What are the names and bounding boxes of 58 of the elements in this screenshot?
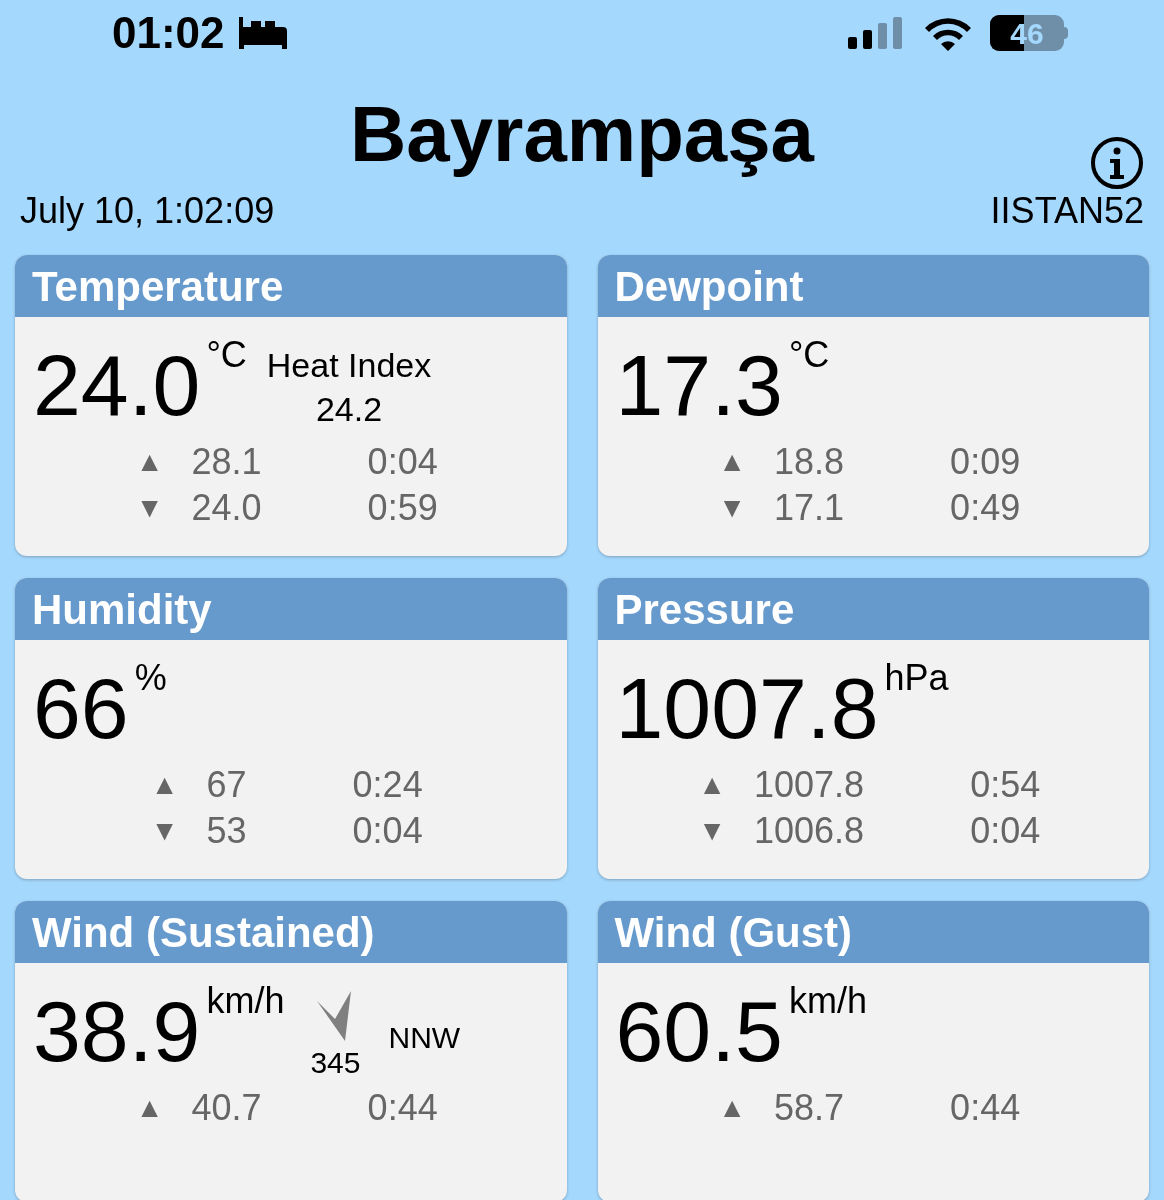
stat-value: 24.0 [191, 486, 262, 530]
stat-value: 53 [206, 809, 247, 853]
card-title: Wind (Sustained) [32, 907, 375, 958]
stat-time: 0:44 [367, 1086, 438, 1130]
stat-time: 0:04 [352, 809, 423, 853]
stat-value: 67 [206, 763, 247, 807]
date-time: July 10, 1:02:09 [20, 189, 275, 233]
card-title: Temperature [32, 261, 284, 312]
card-title: Dewpoint [614, 261, 804, 312]
reading-value: 24.0 [33, 336, 201, 435]
stat-time: 0:59 [367, 486, 438, 530]
unit-label: °C [788, 335, 830, 375]
unit-label: °C [206, 335, 247, 375]
stat-value: 28.1 [191, 440, 262, 484]
station-id: IISTAN52 [990, 189, 1144, 233]
reading-value: 17.3 [615, 336, 783, 435]
reading-value: 38.9 [33, 982, 201, 1081]
card-title: Wind (Gust) [614, 907, 853, 958]
trend-arrow: ▲ [135, 445, 164, 479]
trend-arrow: ▼ [135, 491, 164, 525]
unit-label: hPa [884, 658, 949, 698]
stat-time: 0:44 [950, 1086, 1021, 1130]
trend-arrow: ▲ [135, 1091, 164, 1125]
trend-arrow: ▲ [718, 445, 747, 479]
stat-time: 0:49 [950, 486, 1021, 530]
wind-degrees: 345 [310, 1045, 361, 1081]
unit-label: km/h [206, 981, 285, 1021]
reading-value: 60.5 [615, 982, 783, 1081]
info-icon[interactable] [1090, 136, 1144, 190]
stat-value: 1006.8 [754, 809, 865, 853]
stat-time: 0:24 [352, 763, 423, 807]
unit-label: % [134, 658, 167, 698]
card-title: Pressure [614, 584, 795, 635]
heat-index-value: 24.2 [315, 389, 383, 430]
wind-direction: NNW [388, 1020, 461, 1056]
reading-value: 66 [33, 659, 129, 758]
trend-arrow: ▼ [718, 491, 747, 525]
stat-value: 40.7 [191, 1086, 262, 1130]
stat-value: 17.1 [774, 486, 845, 530]
status-time: 01:02 [112, 7, 225, 59]
stat-time: 0:54 [970, 763, 1041, 807]
trend-arrow: ▼ [698, 814, 726, 848]
heat-index-label: Heat Index [266, 345, 432, 386]
trend-arrow: ▲ [718, 1091, 747, 1125]
card-title: Humidity [32, 584, 212, 635]
stat-value: 58.7 [774, 1086, 845, 1130]
unit-label: km/h [788, 981, 867, 1021]
trend-arrow: ▼ [150, 814, 179, 848]
trend-arrow: ▲ [150, 768, 179, 802]
stat-value: 18.8 [774, 440, 845, 484]
stat-time: 0:09 [950, 440, 1021, 484]
trend-arrow: ▲ [698, 768, 726, 802]
city-title: Bayrampaşa [350, 89, 814, 180]
stat-value: 1007.8 [754, 763, 865, 807]
reading-value: 1007.8 [615, 659, 879, 758]
stat-time: 0:04 [367, 440, 438, 484]
bed-icon [236, 17, 289, 49]
stat-time: 0:04 [970, 809, 1041, 853]
